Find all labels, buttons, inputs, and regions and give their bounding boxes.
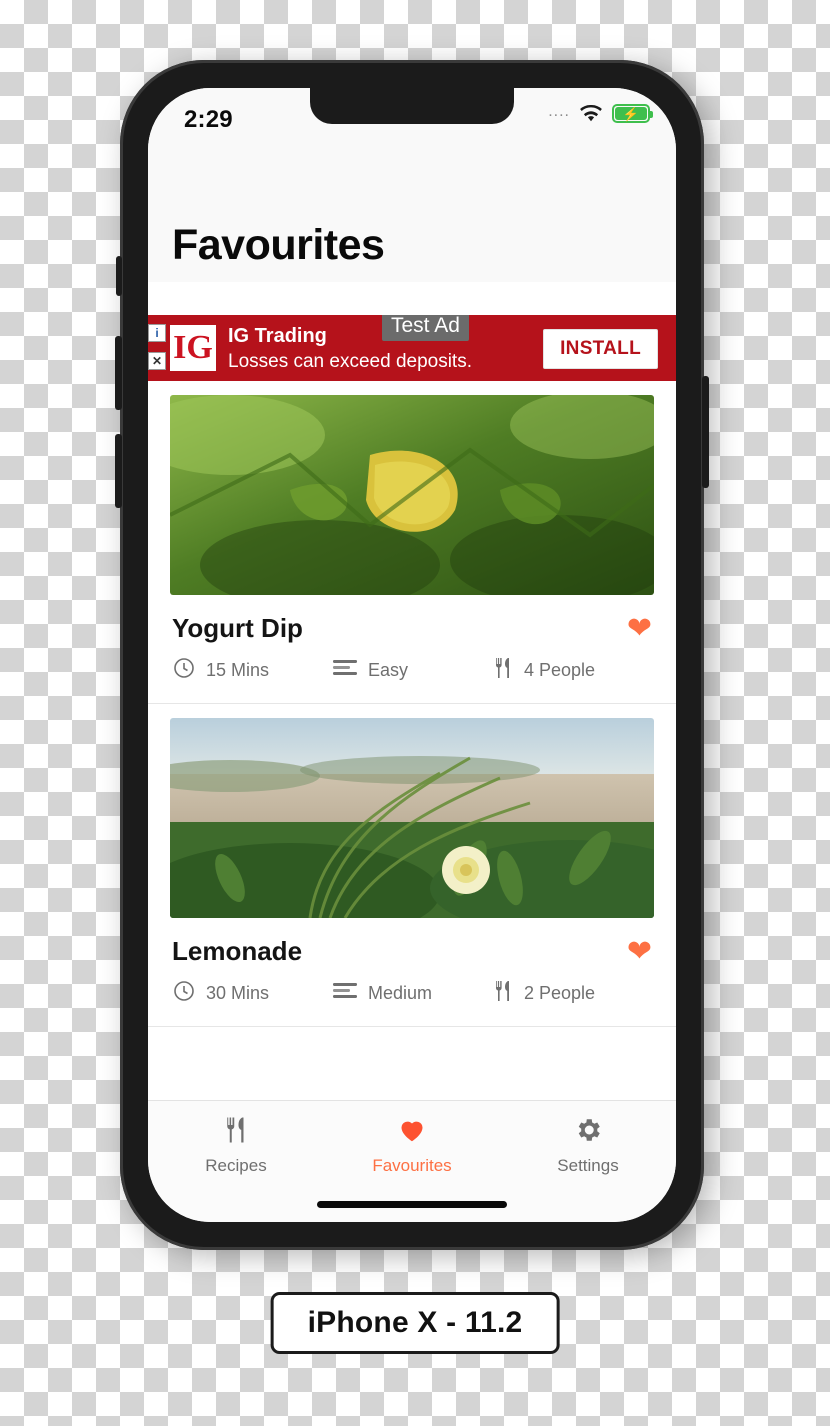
recipe-difficulty: Medium: [332, 981, 492, 1006]
page-title: Favourites: [172, 221, 385, 269]
volume-up-button[interactable]: [115, 336, 122, 410]
ad-close-icon[interactable]: ✕: [148, 352, 166, 370]
recipe-difficulty-label: Easy: [367, 660, 408, 680]
app-header: Favourites: [148, 152, 676, 282]
clock-icon: [172, 656, 196, 685]
status-clock: 2:29: [184, 106, 233, 133]
tab-label-settings: Settings: [557, 1156, 619, 1175]
ad-tagline: Losses can exceed deposits.: [228, 351, 472, 372]
list-item[interactable]: Lemonade ❤ 30 Mins Medium 2 People: [148, 704, 676, 1027]
recipe-photo[interactable]: [170, 395, 654, 595]
power-button[interactable]: [702, 376, 709, 488]
status-indicators: .... ⚡: [548, 103, 653, 123]
recipe-difficulty-label: Medium: [367, 983, 432, 1003]
ad-info-icon[interactable]: i: [148, 324, 166, 342]
tab-settings[interactable]: Settings: [500, 1101, 676, 1222]
cutlery-icon: [222, 1115, 250, 1149]
recipe-title-row: Lemonade ❤: [170, 918, 654, 971]
recipe-meta-row: 30 Mins Medium 2 People: [170, 971, 654, 1026]
device-label: iPhone X - 11.2: [270, 1292, 560, 1354]
cellular-signal-icon: ....: [548, 103, 570, 120]
recipe-time-label: 30 Mins: [206, 983, 270, 1003]
recipe-servings-label: 4 People: [523, 660, 595, 680]
cutlery-icon: [492, 979, 514, 1008]
recipe-time: 30 Mins: [172, 979, 332, 1008]
cutlery-icon: [492, 656, 514, 685]
gear-icon: [573, 1115, 603, 1149]
recipe-title-row: Yogurt Dip ❤: [170, 595, 654, 648]
favourite-heart-icon[interactable]: ❤: [627, 936, 652, 967]
recipe-time-label: 15 Mins: [206, 660, 270, 680]
clock-icon: [172, 979, 196, 1008]
recipe-title: Lemonade: [172, 936, 303, 966]
tab-recipes[interactable]: Recipes: [148, 1101, 324, 1222]
tab-label-recipes: Recipes: [205, 1156, 267, 1175]
recipe-servings-label: 2 People: [523, 983, 595, 1003]
levels-icon: [332, 981, 358, 1006]
recipe-list[interactable]: Yogurt Dip ❤ 15 Mins Easy 4 People Lemon…: [148, 381, 676, 1101]
recipe-difficulty: Easy: [332, 658, 492, 683]
recipe-servings: 4 People: [492, 656, 652, 685]
phone-frame: 2:29 .... ⚡ Favourites i ✕ IG IG Trading…: [115, 60, 709, 1250]
phone-screen: 2:29 .... ⚡ Favourites i ✕ IG IG Trading…: [148, 88, 676, 1222]
recipe-time: 15 Mins: [172, 656, 332, 685]
status-bar: 2:29 .... ⚡: [148, 88, 676, 152]
notch: [310, 88, 514, 124]
tab-label-favourites: Favourites: [372, 1156, 452, 1175]
ad-test-label: Test Ad: [382, 315, 469, 341]
ad-install-button[interactable]: INSTALL: [543, 329, 658, 369]
wifi-icon: [579, 104, 603, 123]
favourite-heart-icon[interactable]: ❤: [627, 613, 652, 644]
home-indicator[interactable]: [317, 1201, 507, 1208]
heart-icon: [397, 1115, 427, 1149]
levels-icon: [332, 658, 358, 683]
recipe-photo[interactable]: [170, 718, 654, 918]
tab-bar: Recipes Favourites Settings: [148, 1100, 676, 1222]
list-item[interactable]: Yogurt Dip ❤ 15 Mins Easy 4 People: [148, 381, 676, 704]
ad-logo-text: IG: [173, 329, 213, 366]
ad-banner[interactable]: i ✕ IG IG Trading Losses can exceed depo…: [148, 315, 676, 381]
recipe-meta-row: 15 Mins Easy 4 People: [170, 648, 654, 703]
recipe-servings: 2 People: [492, 979, 652, 1008]
volume-down-button[interactable]: [115, 434, 122, 508]
recipe-title: Yogurt Dip: [172, 613, 303, 643]
ad-badges: i ✕: [148, 324, 168, 370]
battery-icon: ⚡: [612, 104, 653, 123]
silent-switch[interactable]: [116, 256, 122, 296]
charging-bolt-icon: ⚡: [622, 106, 640, 121]
ad-advertiser-logo: IG: [170, 325, 216, 371]
